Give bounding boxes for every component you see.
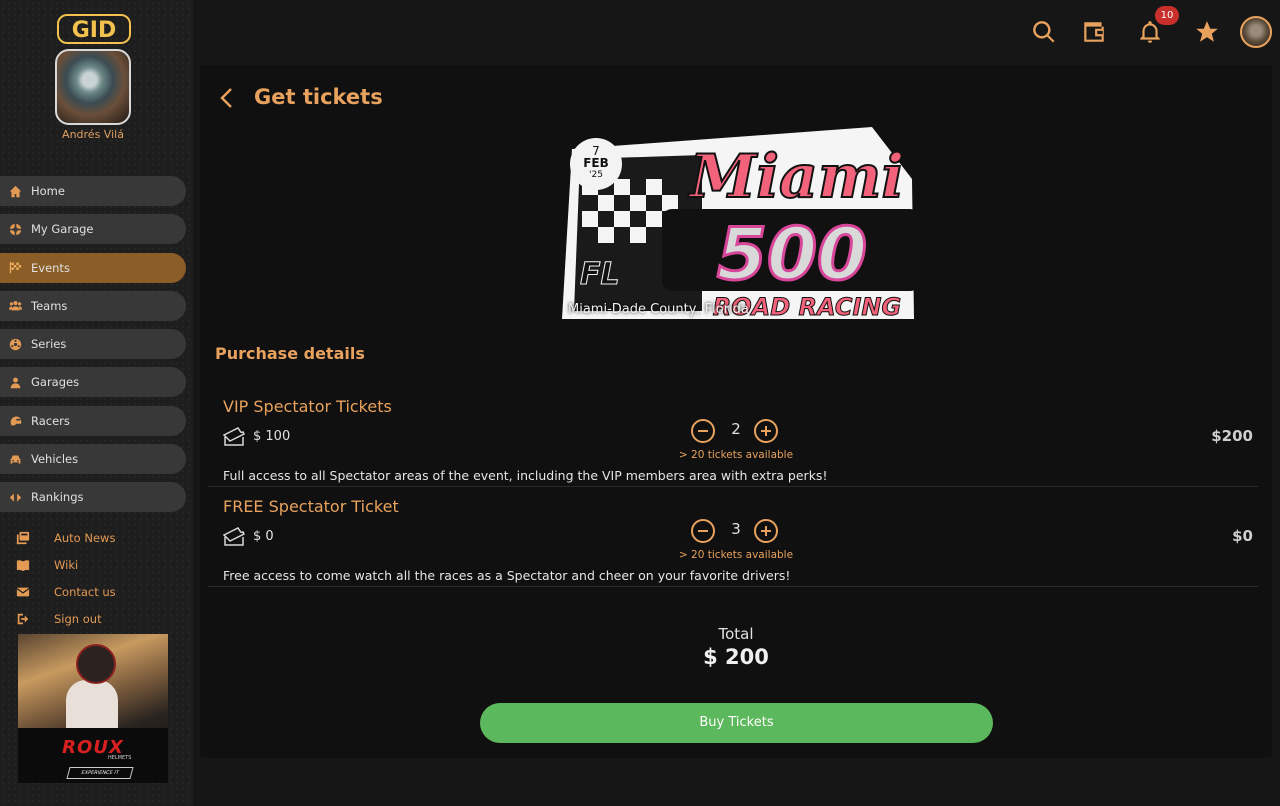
link-wiki[interactable]: Wiki	[16, 551, 116, 578]
nav-item-label: Teams	[31, 298, 68, 313]
ticket-icon	[222, 527, 246, 546]
quantity-stepper: 3	[681, 519, 791, 543]
user-avatar[interactable]	[55, 49, 131, 125]
back-chevron-icon[interactable]	[218, 87, 236, 109]
ticket-price: $ 100	[253, 429, 291, 444]
event-date-badge: 7 FEB '25	[570, 138, 622, 190]
ticket-icon	[222, 427, 246, 446]
ad-brand-sub: HELMETS	[108, 755, 132, 761]
logo-badge-text: FL	[580, 257, 620, 292]
book-icon	[16, 559, 30, 571]
wheel-icon	[9, 223, 22, 235]
page-title: Get tickets	[254, 85, 383, 109]
link-sign-out[interactable]: Sign out	[16, 605, 116, 632]
quantity-stepper: 2	[681, 419, 791, 443]
ticket-availability: > 20 tickets available	[678, 449, 794, 461]
link-contact-us[interactable]: Contact us	[16, 578, 116, 605]
tire-icon	[9, 338, 22, 350]
favorites-button[interactable]	[1192, 17, 1222, 47]
ticket-description: Free access to come watch all the races …	[223, 568, 791, 583]
news-icon	[16, 531, 30, 544]
nav-item-label: My Garage	[31, 222, 94, 237]
link-label: Contact us	[54, 584, 116, 599]
search-icon	[1033, 21, 1055, 43]
ticket-quantity: 3	[731, 520, 741, 538]
ticket-panel: Get tickets FL Miami 500 ROAD RACING 7 F…	[200, 65, 1272, 758]
event-month: FEB	[583, 156, 609, 170]
ad-cta[interactable]: EXPERIENCE IT	[66, 767, 134, 779]
link-label: Auto News	[54, 530, 116, 545]
profile-avatar[interactable]	[1240, 16, 1272, 48]
ticket-row-vip: VIP Spectator Tickets $ 100 2 > 20 ticke…	[208, 387, 1258, 487]
nav-item-racers[interactable]: Racers	[0, 405, 186, 436]
ranking-icon	[9, 493, 22, 502]
wallet-icon	[1084, 22, 1104, 42]
buy-tickets-button[interactable]: Buy Tickets	[480, 703, 993, 743]
sign-out-icon	[17, 613, 29, 624]
mail-icon	[16, 587, 30, 596]
home-icon	[9, 185, 22, 197]
decrease-button[interactable]	[691, 419, 715, 443]
link-label: Sign out	[54, 611, 102, 626]
ticket-name: VIP Spectator Tickets	[223, 397, 392, 416]
increase-button[interactable]	[754, 519, 778, 543]
nav-item-label: Garages	[31, 375, 80, 390]
secondary-links: Auto News Wiki Contact us Sign out	[16, 524, 116, 632]
total-value: $ 200	[703, 645, 769, 669]
checkered-flag-icon	[9, 261, 22, 274]
link-auto-news[interactable]: Auto News	[16, 524, 116, 551]
nav-item-label: Vehicles	[31, 452, 79, 467]
nav-item-teams[interactable]: Teams	[0, 290, 186, 321]
nav-item-home[interactable]: Home	[0, 176, 186, 206]
advertisement-banner[interactable]: ROUX HELMETS EXPERIENCE IT	[18, 634, 168, 783]
nav-item-rankings[interactable]: Rankings	[0, 482, 186, 513]
nav-item-garages[interactable]: Garages	[0, 367, 186, 398]
nav-item-series[interactable]: Series	[0, 329, 186, 360]
purchase-details-title: Purchase details	[215, 344, 365, 363]
total-label: Total	[718, 625, 754, 643]
car-icon	[10, 455, 21, 464]
ticket-description: Full access to all Spectator areas of th…	[223, 468, 828, 483]
search-button[interactable]	[1029, 17, 1059, 47]
nav-item-label: Events	[31, 260, 70, 275]
logo-line1: Miami	[688, 142, 904, 212]
ticket-quantity: 2	[731, 420, 741, 438]
notification-count-badge: 10	[1155, 6, 1179, 25]
nav-item-events[interactable]: Events	[0, 252, 186, 283]
nav-item-label: Home	[31, 184, 65, 198]
nav-item-label: Racers	[31, 413, 70, 428]
main-nav: Home My Garage Events Teams Series Garag…	[0, 176, 186, 521]
logo-line2: 500	[717, 212, 867, 296]
ad-brand: ROUX	[62, 737, 124, 758]
nav-item-vehicles[interactable]: Vehicles	[0, 444, 186, 475]
ticket-row-free: FREE Spectator Ticket $ 0 3 > 20 tickets…	[208, 487, 1258, 587]
ticket-subtotal: $0	[1232, 527, 1253, 545]
ticket-subtotal: $200	[1211, 427, 1253, 445]
ticket-availability: > 20 tickets available	[678, 549, 794, 561]
ticket-price: $ 0	[253, 529, 274, 544]
user-name[interactable]: Andrés Vilá	[0, 128, 186, 141]
wallet-button[interactable]	[1079, 17, 1109, 47]
gid-logo[interactable]: GID	[57, 14, 131, 44]
group-icon	[9, 301, 22, 311]
person-icon	[10, 377, 21, 389]
ticket-name: FREE Spectator Ticket	[223, 497, 399, 516]
nav-item-label: Series	[31, 337, 67, 352]
sidebar: GID Andrés Vilá Home My Garage Events Te…	[0, 0, 193, 806]
event-year: '25	[589, 170, 603, 180]
nav-item-my-garage[interactable]: My Garage	[0, 214, 186, 245]
event-location: Miami-Dade County, Florida	[568, 302, 749, 317]
link-label: Wiki	[54, 557, 79, 572]
increase-button[interactable]	[754, 419, 778, 443]
logo-text: GID	[72, 18, 117, 43]
ad-rider-helmet	[76, 644, 116, 684]
decrease-button[interactable]	[691, 519, 715, 543]
star-icon	[1196, 21, 1218, 42]
helmet-icon	[10, 416, 22, 426]
nav-item-label: Rankings	[31, 490, 84, 505]
